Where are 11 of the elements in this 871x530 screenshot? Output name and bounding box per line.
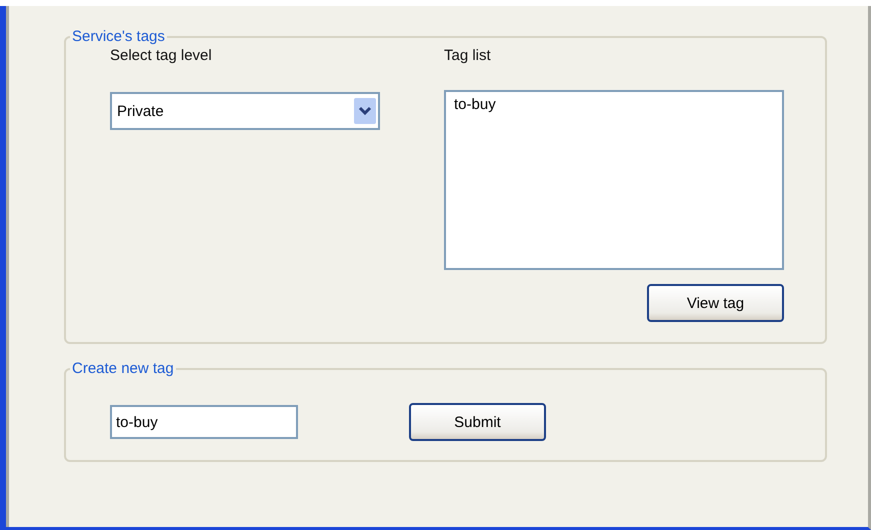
tag-name-field[interactable]: to-buy xyxy=(110,405,298,439)
view-tag-button[interactable]: View tag xyxy=(647,284,784,322)
tag-list[interactable]: to-buy xyxy=(444,90,784,270)
submit-button[interactable]: Submit xyxy=(409,403,546,441)
field-label: Tag list xyxy=(444,47,492,64)
list-item[interactable]: to-buy xyxy=(454,96,496,113)
group-title: Service's tags xyxy=(71,28,166,45)
group-title: Create new tag xyxy=(71,360,175,377)
field-label: Select tag level xyxy=(110,47,213,64)
chevron-down-icon[interactable] xyxy=(354,98,376,124)
tag-level-dropdown[interactable]: Private xyxy=(110,92,380,130)
